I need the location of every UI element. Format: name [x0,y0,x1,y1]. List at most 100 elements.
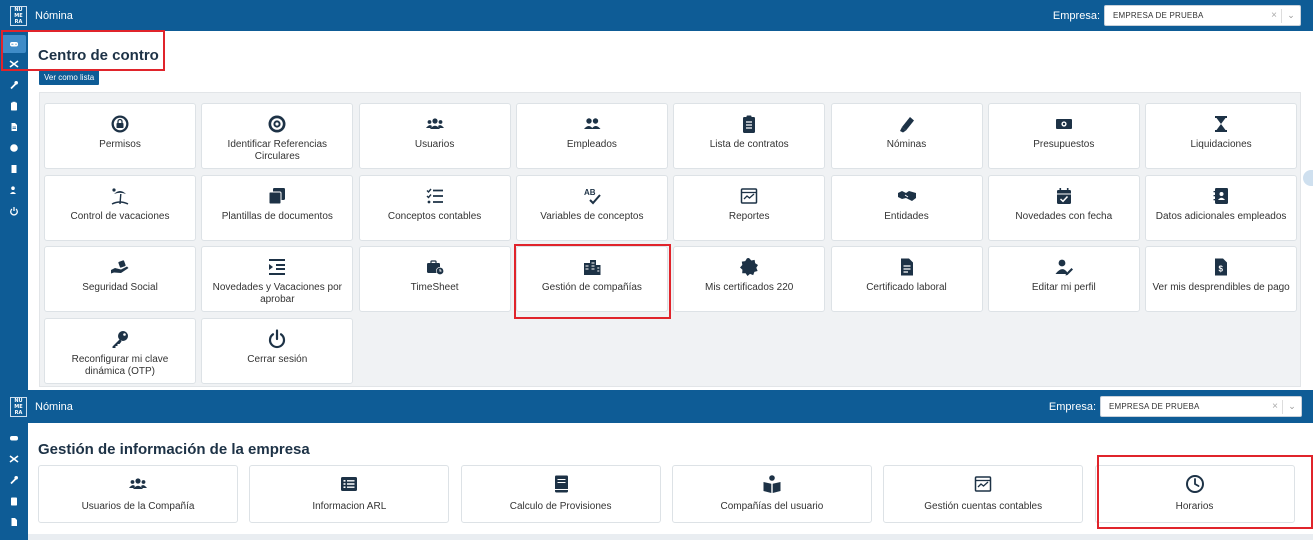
control-center-screen: NU ME RA Nómina Empresa: EMPRESA DE PRUE… [0,0,1313,390]
module-card[interactable]: Novedades y Vacaciones por aprobar [201,246,354,312]
key-icon [112,330,128,348]
empresa-select[interactable]: EMPRESA DE PRUEBA × ⌄ [1104,5,1301,26]
view-as-list-button[interactable]: Ver como lista [39,70,100,85]
sidebar-item-control-center[interactable] [2,35,26,53]
money-icon [1055,119,1072,129]
target-icon [268,115,286,133]
module-card-label: Datos adicionales empleados [1155,210,1287,222]
copy-icon [268,187,286,204]
sidebar-item-tools[interactable] [0,448,28,469]
company-info-screen: NU ME RA Nómina Empresa: EMPRESA DE PRUE… [0,390,1313,540]
module-card-label: Permisos [99,139,141,150]
sidebar-item-wrench[interactable] [0,469,28,490]
company-module-card-label: Usuarios de la Compañía [81,501,195,512]
module-card[interactable]: Control de vacaciones [44,174,196,241]
chevron-down-icon[interactable]: ⌄ [1282,10,1300,21]
certificate-icon [740,258,759,276]
module-card-label: Variables de conceptos [540,210,644,222]
sidebar-item-clipboard[interactable] [0,95,28,116]
module-card-label: Control de vacaciones [70,210,170,222]
highlighter-icon [899,117,914,133]
module-card[interactable]: Novedades con fecha [987,174,1140,241]
module-card[interactable]: Reconfigurar mi clave dinámica (OTP) [44,317,196,384]
company-module-card[interactable]: Informacion ARL [249,465,450,523]
tools-icon [9,59,19,68]
app-title: Nómina [35,400,73,413]
user-pen-icon [1055,259,1073,276]
wrench-icon [10,80,18,89]
buildings-icon [583,260,601,275]
module-card[interactable]: TimeSheet [358,246,511,312]
sidebar-item-tools[interactable] [0,53,28,74]
clear-icon[interactable]: × [1267,10,1281,21]
module-card[interactable]: Datos adicionales empleados [1145,174,1298,241]
handshake-icon [897,190,916,201]
module-card-label: Identificar Referencias Circulares [227,139,328,162]
company-module-card[interactable]: Horarios [1094,465,1295,523]
module-card[interactable]: Nóminas [830,103,983,169]
sidebar-item-document[interactable] [0,116,28,137]
module-card[interactable]: Plantillas de documentos [201,174,354,241]
module-card[interactable]: Seguridad Social [44,246,196,312]
module-card[interactable]: Conceptos contables [358,174,511,241]
module-card[interactable]: Cerrar sesión [201,317,354,384]
module-card[interactable]: Editar mi perfil [987,246,1140,312]
sidebar [0,423,28,540]
company-module-card[interactable]: Calculo de Provisiones [460,465,661,523]
module-card[interactable]: Empleados [515,103,668,169]
module-card[interactable]: AB Variables de conceptos [515,174,668,241]
report-icon [740,187,758,204]
chevron-down-icon[interactable]: ⌄ [1283,401,1301,412]
logo-line: RA [14,409,23,416]
lock-icon [111,115,129,133]
clipboard-list-icon [743,115,756,133]
empresa-label: Empresa: [1048,400,1096,413]
top-bar: NU ME RA Nómina Empresa: EMPRESA DE PRUE… [0,0,1313,31]
sidebar-item-profile[interactable] [0,179,28,200]
company-module-card-label: Gestión cuentas contables [924,501,1043,512]
list-alt-icon [341,477,358,491]
file-text-icon [900,258,913,276]
empresa-select-value: EMPRESA DE PRUEBA [1109,402,1200,411]
numera-logo[interactable]: NU ME RA [10,396,27,417]
clipboard-icon [11,497,17,505]
module-card[interactable]: Identificar Referencias Circulares [201,103,354,169]
sidebar-item-wrench[interactable] [0,74,28,95]
users-icon [129,478,147,489]
logo-line: RA [14,18,23,25]
module-card[interactable]: Presupuestos [987,103,1140,169]
bottom-scroll-strip [28,534,1313,540]
empresa-select[interactable]: EMPRESA DE PRUEBA × ⌄ [1100,396,1302,417]
empresa-select-value: EMPRESA DE PRUEBA [1113,11,1204,20]
calendar-check-icon [1056,187,1071,204]
module-card[interactable]: Entidades [830,174,983,241]
sidebar-item-file[interactable] [0,158,28,179]
module-card[interactable]: Liquidaciones [1145,103,1298,169]
module-card[interactable]: Certificado laboral [830,246,983,312]
document-icon [11,517,17,526]
module-card[interactable]: Mis certificados 220 [673,246,826,312]
sidebar-item-document[interactable] [0,511,28,532]
module-card[interactable]: Gestión de compañías [515,246,668,312]
scroll-indicator[interactable] [1303,170,1313,186]
company-module-card[interactable]: Usuarios de la Compañía [38,465,238,523]
clear-icon[interactable]: × [1268,401,1282,412]
sidebar-item-control-center[interactable] [0,427,28,448]
numera-logo[interactable]: NU ME RA [10,5,27,26]
company-module-card[interactable]: Gestión cuentas contables [883,465,1084,523]
clipboard-icon [11,101,17,110]
module-card[interactable]: $ Ver mis desprendibles de pago [1145,246,1298,312]
company-module-card[interactable]: Compañías del usuario [671,465,872,523]
module-card-label: Usuarios [414,139,455,150]
module-card[interactable]: Permisos [44,103,196,169]
page-title: Centro de contro [38,47,159,64]
main-content: Centro de contro Ver como lista Permisos… [28,31,1313,390]
sidebar-item-logout[interactable] [0,200,28,221]
module-card[interactable]: Lista de contratos [673,103,826,169]
sidebar-item-clipboard[interactable] [0,490,28,511]
module-card[interactable]: Reportes [673,174,826,241]
module-card[interactable]: Usuarios [358,103,511,169]
employees-icon [583,118,601,129]
badge-icon [10,143,18,152]
sidebar-item-badge[interactable] [0,137,28,158]
